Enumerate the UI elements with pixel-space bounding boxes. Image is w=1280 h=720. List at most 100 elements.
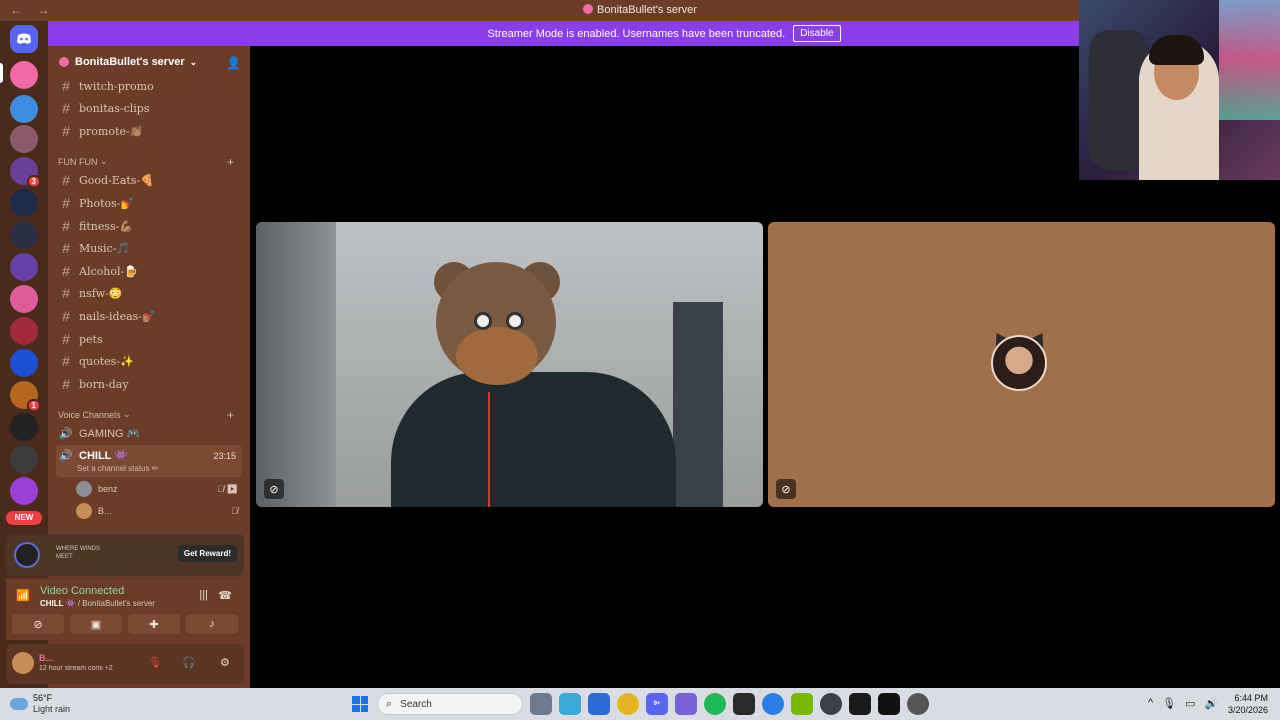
server-icon-13[interactable] <box>10 445 38 473</box>
category-voice-channels[interactable]: Voice Channels ⌄ + <box>58 408 242 422</box>
nvidia-icon[interactable] <box>791 693 813 715</box>
server-icon-6[interactable] <box>10 221 38 249</box>
avatar[interactable] <box>12 652 34 674</box>
server-icon-11[interactable]: 1 <box>10 381 41 412</box>
volume-icon[interactable]: 🔊 <box>1205 697 1219 710</box>
chrome-icon[interactable] <box>617 693 639 715</box>
channel-born-day[interactable]: # born-day <box>56 373 242 395</box>
hash-icon: # <box>62 353 70 369</box>
channel-photos[interactable]: # Photos-💅 <box>56 192 242 214</box>
voice-server-name: / BonitaBullet's server <box>75 599 155 608</box>
video-tile-camera[interactable]: ⊘ <box>256 222 763 507</box>
channel-label: Photos-💅 <box>79 196 135 210</box>
member-name: benz <box>98 484 118 494</box>
channel-pets[interactable]: # pets <box>56 328 242 350</box>
screen-share-button[interactable]: ▣ <box>70 614 122 634</box>
taskbar-search[interactable]: ⌕ Search <box>377 693 523 715</box>
server-icon-5[interactable] <box>10 189 38 217</box>
voice-member[interactable]: B... 🎙̸ <box>76 501 242 521</box>
copilot-icon[interactable] <box>559 693 581 715</box>
tiktok-icon[interactable] <box>878 693 900 715</box>
video-subject <box>474 312 492 330</box>
chevron-up-icon[interactable]: ^ <box>1148 697 1153 710</box>
voice-location[interactable]: CHILL 👾 / BonitaBullet's server <box>40 599 155 608</box>
get-reward-button[interactable]: Get Reward! <box>177 545 237 562</box>
server-icon <box>59 57 69 67</box>
channel-quotes[interactable]: # quotes-✨ <box>56 350 242 372</box>
active-server-pill <box>0 63 3 83</box>
category-fun-fun[interactable]: FUN FUN ⌄ + <box>58 155 242 169</box>
server-icon-9[interactable] <box>10 317 38 345</box>
channel-nsfw[interactable]: # nsfw-😳 <box>56 282 242 304</box>
microphone-icon[interactable]: 🎙 <box>1162 697 1176 710</box>
user-panel: B... 12 hour stream comi +2 🎙 🎧 ⚙ <box>6 644 244 684</box>
epic-games-icon[interactable] <box>733 693 755 715</box>
call-of-duty-icon[interactable] <box>849 693 871 715</box>
system-clock[interactable]: 6:44 PM 3/20/2026 <box>1228 692 1268 716</box>
channel-nails-ideas[interactable]: # nails-ideas-💅🏽 <box>56 305 242 327</box>
app-icon[interactable] <box>907 693 929 715</box>
channel-label: fitness-💪🏽 <box>79 219 134 233</box>
channel-label: pets <box>79 332 103 346</box>
hash-icon: # <box>62 263 70 279</box>
channel-label: nsfw-😳 <box>79 286 123 300</box>
server-icon-bonita[interactable] <box>10 61 38 89</box>
weather-widget[interactable]: 56°F Light rain <box>10 693 70 715</box>
server-icon-14[interactable] <box>10 477 38 505</box>
disable-button[interactable]: Disable <box>793 25 841 42</box>
activities-button[interactable]: ✚ <box>128 614 180 634</box>
channel-label: promote-👏🏽 <box>79 124 144 138</box>
display-icon[interactable]: ▭ <box>1185 697 1195 710</box>
hash-icon: # <box>62 308 70 324</box>
channel-music[interactable]: # Music-🎵 <box>56 237 242 259</box>
headphones-icon[interactable]: 🎧 <box>182 656 196 669</box>
video-tile-avatar[interactable]: ⊘ <box>768 222 1275 507</box>
store-icon[interactable] <box>588 693 610 715</box>
server-icon-3[interactable] <box>10 125 38 153</box>
server-icon-12[interactable] <box>10 413 38 441</box>
battlenet-icon[interactable] <box>762 693 784 715</box>
signal-icon[interactable]: 📶 <box>16 589 30 602</box>
server-header[interactable]: BonitaBullet's server ⌄ 👤 <box>48 46 250 78</box>
system-tray: ^ 🎙 ▭ 🔊 <box>1148 697 1227 710</box>
muted-mic-icon: 🎙̸ <box>231 506 238 516</box>
game-icon[interactable] <box>675 693 697 715</box>
channel-status[interactable]: Set a channel status ✏ <box>77 464 158 473</box>
discord-icon[interactable]: 9+ <box>646 693 668 715</box>
channel-label: Good-Eats-🍕 <box>79 173 154 187</box>
video-background <box>673 302 723 507</box>
task-view-icon[interactable] <box>530 693 552 715</box>
add-user-icon[interactable]: 👤 <box>226 56 241 70</box>
add-channel-icon[interactable]: + <box>227 155 234 169</box>
noise-suppression-icon[interactable]: ||| <box>199 589 208 601</box>
voice-channel-gaming[interactable]: 🔊 GAMING 🎮 <box>56 422 242 444</box>
obs-icon[interactable] <box>820 693 842 715</box>
channel-promote[interactable]: # promote-👏🏽 <box>56 120 242 142</box>
mention-badge: 3 <box>26 175 41 188</box>
voice-channel-chill[interactable]: 🔊 CHILL 👾 23:15 Set a channel status ✏ <box>56 445 242 477</box>
channel-bonitas-clips[interactable]: # bonitas-clips <box>56 97 242 119</box>
channel-fitness[interactable]: # fitness-💪🏽 <box>56 215 242 237</box>
voice-member[interactable]: benz 🎙̸ ▶ <box>76 479 242 499</box>
channel-alcohol[interactable]: # Alcohol-🍺 <box>56 260 242 282</box>
server-icon <box>583 4 594 14</box>
server-icon-4[interactable]: 3 <box>10 157 41 188</box>
server-icon-10[interactable] <box>10 349 38 377</box>
disconnect-icon[interactable]: ☎ <box>218 589 232 602</box>
channel-label: Alcohol-🍺 <box>79 264 138 278</box>
gear-icon[interactable]: ⚙ <box>220 656 230 669</box>
channel-good-eats[interactable]: # Good-Eats-🍕 <box>56 169 242 191</box>
server-icon-2[interactable] <box>10 95 38 123</box>
windows-start-icon[interactable] <box>352 696 368 712</box>
discord-home-icon[interactable] <box>10 25 38 53</box>
soundboard-button[interactable]: ♪ <box>186 614 238 634</box>
camera-off-button[interactable]: ⊘ <box>12 614 64 634</box>
server-icon-8[interactable] <box>10 285 38 313</box>
channel-twitch-promo[interactable]: # twitch-promo <box>56 75 242 97</box>
muted-mic-icon[interactable]: 🎙 <box>148 656 162 669</box>
spotify-icon[interactable] <box>704 693 726 715</box>
add-channel-icon[interactable]: + <box>227 408 234 422</box>
hash-icon: # <box>62 331 70 347</box>
user-name: B... <box>39 653 54 663</box>
server-icon-twitch[interactable] <box>10 253 38 281</box>
